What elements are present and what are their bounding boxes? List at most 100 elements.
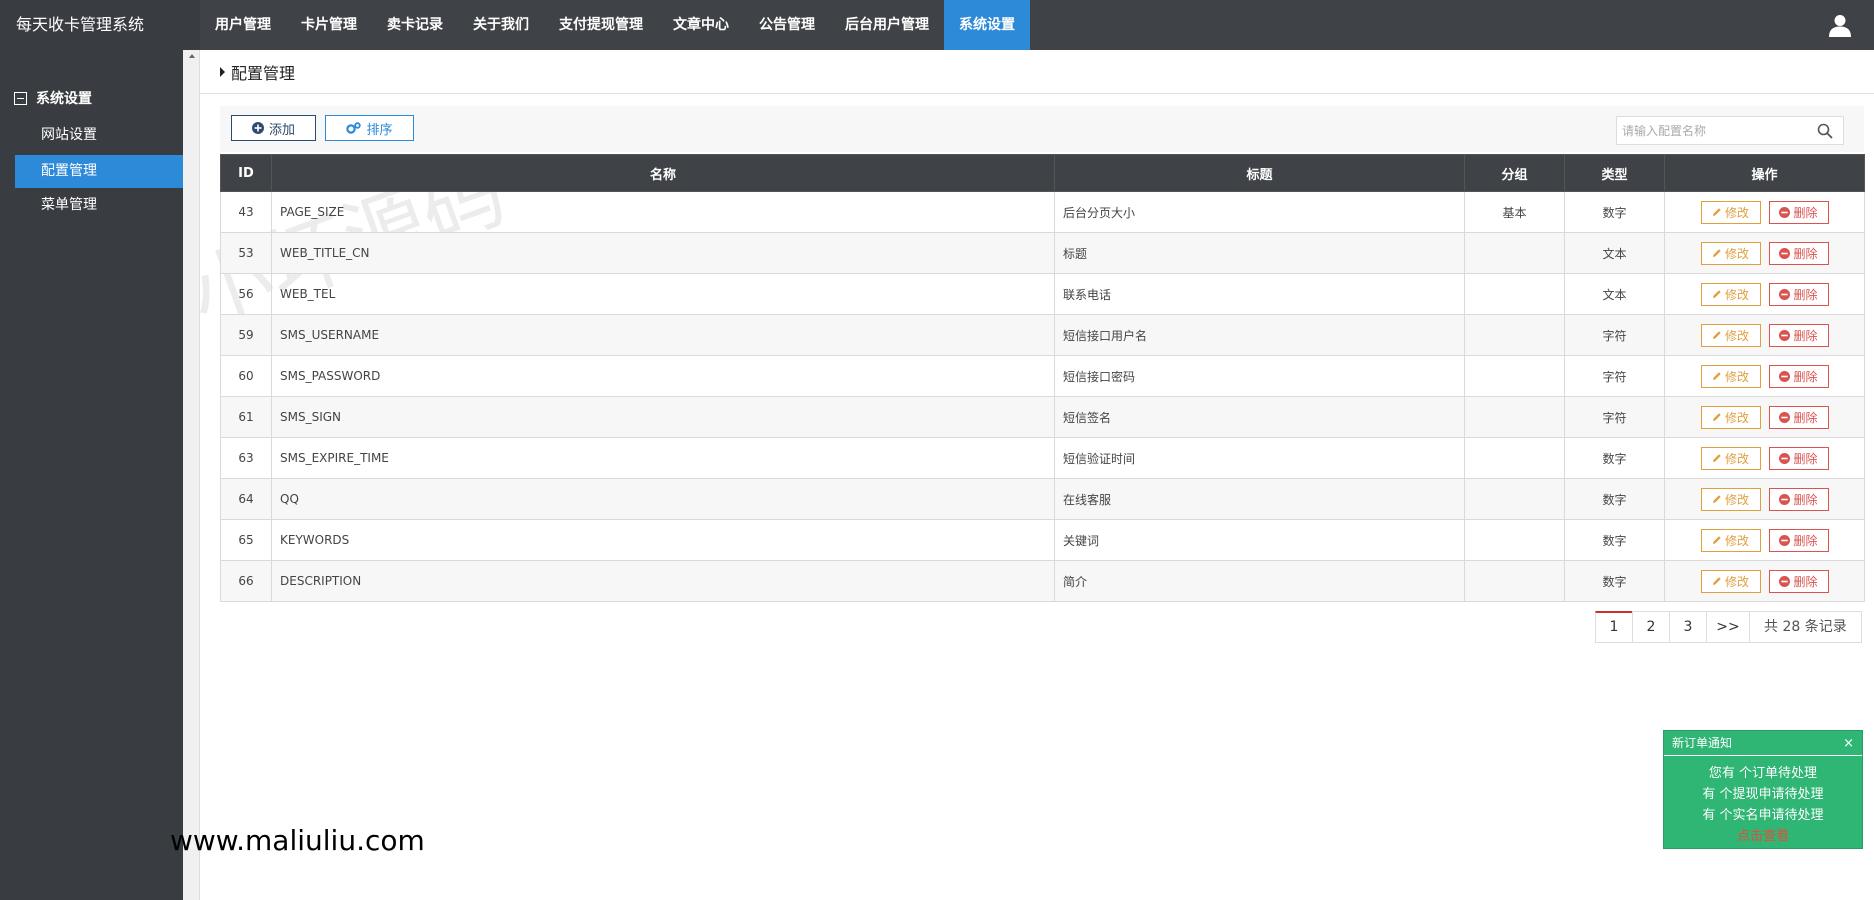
minus-circle-icon: [1779, 534, 1791, 546]
table-row: 63 SMS_EXPIRE_TIME 短信验证时间 数字 修改 删除: [220, 437, 1865, 479]
notification-popup: 新订单通知 × 您有 个订单待处理 有 个提现申请待处理 有 个实名申请待处理 …: [1663, 730, 1863, 849]
collapse-icon[interactable]: [14, 91, 27, 105]
cell-group: [1464, 232, 1565, 274]
cell-name: KEYWORDS: [271, 519, 1055, 561]
user-icon[interactable]: [1828, 13, 1852, 37]
delete-button[interactable]: 删除: [1768, 405, 1829, 429]
edit-button[interactable]: 修改: [1700, 282, 1761, 306]
delete-button[interactable]: 删除: [1768, 528, 1829, 552]
search-icon[interactable]: [1817, 123, 1833, 139]
cell-title: 短信接口密码: [1054, 355, 1465, 397]
nav-item-admin-users[interactable]: 后台用户管理: [830, 0, 944, 50]
add-button[interactable]: 添加: [231, 115, 316, 141]
cell-actions: 修改 删除: [1664, 560, 1865, 602]
edit-button[interactable]: 修改: [1700, 200, 1761, 224]
minus-circle-icon: [1779, 370, 1791, 382]
sidebar-group-system-settings[interactable]: 系统设置: [14, 88, 92, 108]
search-input[interactable]: [1617, 117, 1807, 144]
sidebar-item-site-settings[interactable]: 网站设置: [15, 119, 183, 152]
cell-id: 53: [220, 232, 272, 274]
edit-button[interactable]: 修改: [1700, 487, 1761, 511]
table-row: 53 WEB_TITLE_CN 标题 文本 修改 删除: [220, 232, 1865, 274]
delete-button[interactable]: 删除: [1768, 241, 1829, 265]
minus-circle-icon: [1779, 288, 1791, 300]
edit-button[interactable]: 修改: [1700, 323, 1761, 347]
edit-button-label: 修改: [1724, 410, 1749, 425]
cell-type: 数字: [1564, 519, 1665, 561]
edit-button[interactable]: 修改: [1700, 569, 1761, 593]
cell-title: 短信签名: [1054, 396, 1465, 438]
delete-button[interactable]: 删除: [1768, 487, 1829, 511]
pencil-icon: [1712, 208, 1721, 216]
pencil-icon: [1712, 331, 1721, 339]
delete-button[interactable]: 删除: [1768, 446, 1829, 470]
column-header-name: 名称: [271, 154, 1055, 192]
delete-button-label: 删除: [1793, 451, 1818, 466]
cell-title: 短信接口用户名: [1054, 314, 1465, 356]
nav-item-system-settings[interactable]: 系统设置: [944, 0, 1030, 50]
sidebar-item-config-management[interactable]: 配置管理: [15, 155, 183, 188]
page-2[interactable]: 2: [1632, 611, 1670, 643]
delete-button[interactable]: 删除: [1768, 323, 1829, 347]
cell-name: WEB_TEL: [271, 273, 1055, 315]
notification-header: 新订单通知 ×: [1664, 731, 1862, 756]
divider: [200, 93, 1874, 94]
next-page[interactable]: >>: [1706, 611, 1750, 643]
cell-name: SMS_SIGN: [271, 396, 1055, 438]
nav-item-articles[interactable]: 文章中心: [658, 0, 744, 50]
edit-button[interactable]: 修改: [1700, 405, 1761, 429]
table-row: 61 SMS_SIGN 短信签名 字符 修改 删除: [220, 396, 1865, 438]
column-header-group: 分组: [1464, 154, 1565, 192]
pencil-icon: [1712, 249, 1721, 257]
nav-item-cards[interactable]: 卡片管理: [286, 0, 372, 50]
delete-button-label: 删除: [1793, 492, 1818, 507]
table-row: 60 SMS_PASSWORD 短信接口密码 字符 修改 删除: [220, 355, 1865, 397]
delete-button[interactable]: 删除: [1768, 200, 1829, 224]
nav-item-about[interactable]: 关于我们: [458, 0, 544, 50]
nav-item-payments[interactable]: 支付提现管理: [544, 0, 658, 50]
delete-button-label: 删除: [1793, 533, 1818, 548]
scrollbar[interactable]: [183, 50, 200, 900]
delete-button[interactable]: 删除: [1768, 364, 1829, 388]
close-icon[interactable]: ×: [1843, 731, 1854, 756]
delete-button[interactable]: 删除: [1768, 282, 1829, 306]
cell-actions: 修改 删除: [1664, 232, 1865, 274]
pencil-icon: [1712, 577, 1721, 585]
cell-type: 字符: [1564, 355, 1665, 397]
pencil-icon: [1712, 454, 1721, 462]
nav-item-announcements[interactable]: 公告管理: [744, 0, 830, 50]
scroll-up-icon[interactable]: [189, 54, 195, 58]
cell-group: [1464, 396, 1565, 438]
cell-title: 短信验证时间: [1054, 437, 1465, 479]
edit-button[interactable]: 修改: [1700, 241, 1761, 265]
page-3[interactable]: 3: [1669, 611, 1707, 643]
edit-button[interactable]: 修改: [1700, 528, 1761, 552]
gears-icon: [346, 122, 362, 134]
sidebar-item-menu-management[interactable]: 菜单管理: [15, 189, 183, 222]
edit-button-label: 修改: [1724, 246, 1749, 261]
nav-item-users[interactable]: 用户管理: [200, 0, 286, 50]
cell-id: 59: [220, 314, 272, 356]
plus-circle-icon: [251, 122, 264, 134]
cell-name: WEB_TITLE_CN: [271, 232, 1055, 274]
cell-name: PAGE_SIZE: [271, 191, 1055, 233]
sort-button-label: 排序: [366, 122, 393, 138]
cell-actions: 修改 删除: [1664, 273, 1865, 315]
table-row: 56 WEB_TEL 联系电话 文本 修改 删除: [220, 273, 1865, 315]
nav-item-sell-records[interactable]: 卖卡记录: [372, 0, 458, 50]
notification-view-link[interactable]: 点击查看: [1664, 826, 1862, 847]
edit-button-label: 修改: [1724, 533, 1749, 548]
cell-actions: 修改 删除: [1664, 314, 1865, 356]
cell-title: 后台分页大小: [1054, 191, 1465, 233]
edit-button[interactable]: 修改: [1700, 364, 1761, 388]
table-row: 59 SMS_USERNAME 短信接口用户名 字符 修改 删除: [220, 314, 1865, 356]
cell-actions: 修改 删除: [1664, 396, 1865, 438]
minus-circle-icon: [1779, 452, 1791, 464]
delete-button[interactable]: 删除: [1768, 569, 1829, 593]
cell-group: [1464, 314, 1565, 356]
pagination: 1 2 3 >> 共 28 条记录: [1595, 611, 1862, 643]
cell-name: QQ: [271, 478, 1055, 520]
page-1[interactable]: 1: [1595, 611, 1633, 643]
edit-button[interactable]: 修改: [1700, 446, 1761, 470]
sort-button[interactable]: 排序: [325, 115, 414, 141]
